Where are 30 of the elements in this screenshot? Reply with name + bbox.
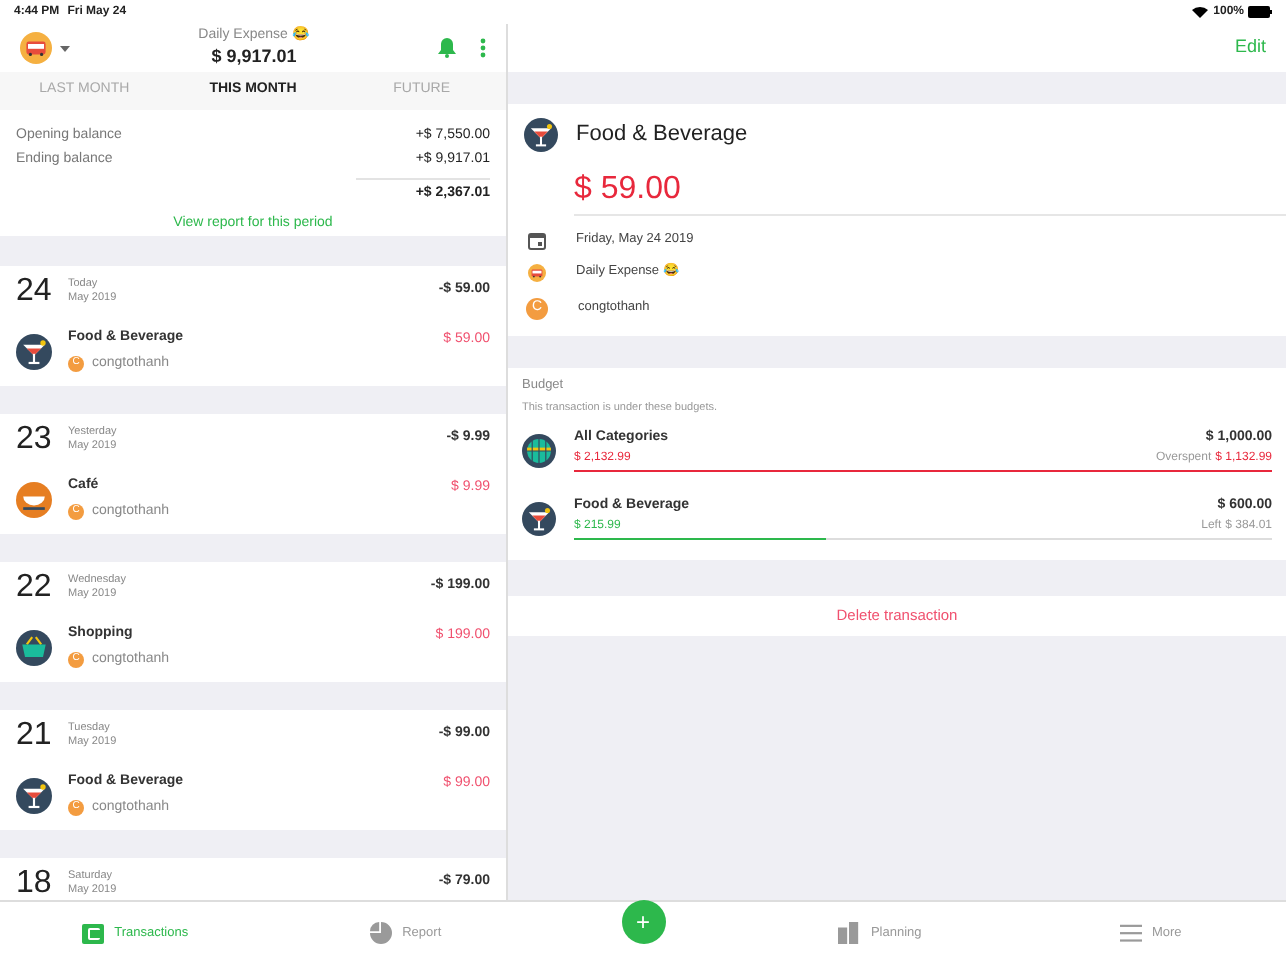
day-number: 18: [16, 863, 54, 900]
day-number: 21: [16, 715, 54, 755]
more-options-icon[interactable]: [480, 38, 486, 58]
bars-icon: [838, 922, 861, 944]
day-number: 23: [16, 419, 54, 459]
caret-icon: [60, 45, 70, 51]
add-button[interactable]: +: [621, 899, 665, 943]
wallet-icon: [82, 923, 105, 943]
cocktail-icon: [524, 117, 558, 151]
wallet-balance: $ 9,917.01: [211, 45, 297, 68]
detail-category: Food & Beverage: [576, 119, 748, 150]
globe-icon: [522, 433, 556, 467]
menu-icon: [1119, 924, 1142, 942]
detail-amount: $ 59.00: [574, 169, 681, 209]
calendar-icon: [528, 231, 546, 249]
wallet-selector[interactable]: [20, 32, 70, 64]
cocktail-icon: [522, 501, 556, 535]
day-number: 22: [16, 567, 54, 607]
bus-icon: [20, 32, 52, 64]
cocktail-icon: [16, 777, 52, 813]
bus-icon: [528, 263, 546, 281]
cocktail-icon: [16, 333, 52, 369]
bell-icon[interactable]: [438, 38, 456, 58]
edit-button[interactable]: Edit: [1234, 34, 1266, 62]
pie-chart-icon: [370, 922, 393, 944]
wifi-icon: [1191, 6, 1208, 18]
coffee-cup-icon: [16, 481, 52, 517]
basket-icon: [16, 629, 52, 665]
battery-icon: [1248, 6, 1272, 18]
day-number: 24: [16, 271, 54, 311]
